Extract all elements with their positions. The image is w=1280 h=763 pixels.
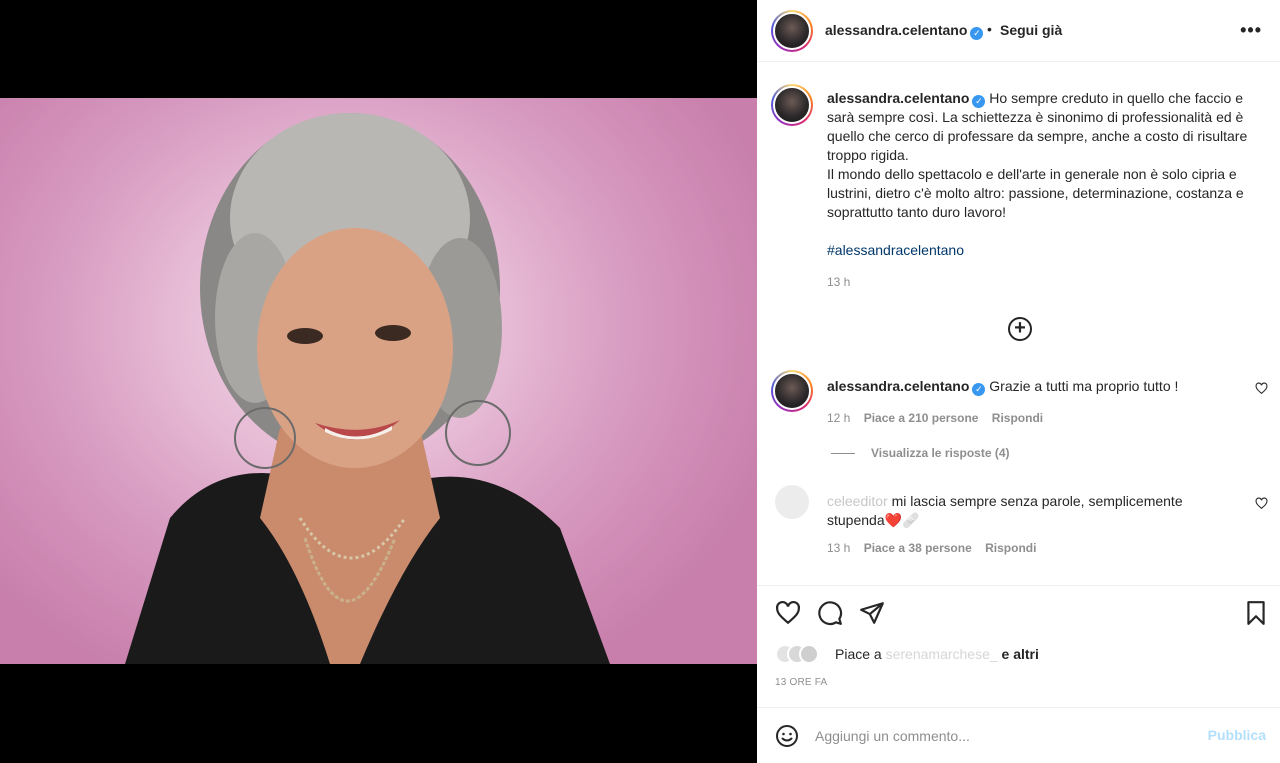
heart-icon[interactable] bbox=[775, 600, 801, 626]
comment-icon[interactable] bbox=[817, 600, 843, 626]
caption-avatar[interactable] bbox=[771, 84, 813, 126]
liker-avatar bbox=[799, 644, 819, 664]
load-more-comments-icon[interactable]: + bbox=[1008, 317, 1032, 341]
like-comment-heart-icon[interactable] bbox=[1255, 497, 1268, 510]
media-area bbox=[0, 0, 757, 763]
post-timestamp[interactable]: 13 ORE FA bbox=[775, 677, 827, 688]
view-replies[interactable]: Visualizza le risposte (4) bbox=[831, 446, 1010, 460]
like-comment-heart-icon[interactable] bbox=[1255, 382, 1268, 395]
portrait-illustration bbox=[125, 113, 610, 664]
add-comment-bar: Pubblica bbox=[757, 707, 1280, 763]
verified-badge-icon: ✓ bbox=[972, 95, 986, 108]
caption-line-2: Il mondo dello spettacolo e dell'arte in… bbox=[827, 166, 1244, 220]
author-username[interactable]: alessandra.celentano bbox=[825, 22, 967, 38]
verified-badge-icon: ✓ bbox=[970, 27, 984, 40]
following-button[interactable]: Segui già bbox=[1000, 22, 1062, 38]
commenter-username[interactable]: celeeditor bbox=[827, 493, 888, 509]
hashtag-link[interactable]: #alessandracelentano bbox=[827, 242, 964, 258]
separator-dot: • bbox=[987, 21, 992, 37]
view-replies-label[interactable]: Visualizza le risposte (4) bbox=[871, 446, 1010, 460]
earring-right bbox=[445, 400, 511, 466]
more-options-icon[interactable]: ••• bbox=[1240, 20, 1262, 41]
comment-text: Grazie a tutti ma proprio tutto ! bbox=[989, 378, 1179, 394]
caption-username[interactable]: alessandra.celentano bbox=[827, 90, 969, 106]
likes-prefix: Piace a bbox=[835, 646, 882, 662]
commenter-avatar[interactable] bbox=[771, 370, 813, 412]
post-header: alessandra.celentano ✓ • Segui già ••• bbox=[757, 0, 1280, 62]
comment-time[interactable]: 13 h bbox=[827, 541, 850, 555]
likes-others-link[interactable]: e altri bbox=[1002, 646, 1039, 662]
comment-input[interactable] bbox=[815, 724, 1195, 748]
commenter-username[interactable]: alessandra.celentano bbox=[827, 378, 969, 394]
reply-button[interactable]: Rispondi bbox=[985, 541, 1036, 555]
share-icon[interactable] bbox=[859, 600, 885, 626]
bookmark-icon[interactable] bbox=[1243, 600, 1269, 626]
comment-likes[interactable]: Piace a 38 persone bbox=[864, 541, 972, 555]
liker-username[interactable]: serenamarchese_ bbox=[886, 646, 998, 662]
caption-body: alessandra.celentano ✓ Ho sempre creduto … bbox=[827, 89, 1267, 260]
post-photo[interactable] bbox=[0, 98, 757, 664]
comment-time[interactable]: 12 h bbox=[827, 411, 850, 425]
emoji-icon[interactable] bbox=[775, 724, 799, 748]
replies-divider bbox=[831, 453, 855, 455]
post-side-panel: alessandra.celentano ✓ • Segui già ••• al… bbox=[757, 0, 1280, 763]
author-avatar[interactable] bbox=[771, 10, 813, 52]
instagram-post-modal: alessandra.celentano ✓ • Segui già ••• al… bbox=[0, 0, 1280, 763]
publish-button[interactable]: Pubblica bbox=[1208, 727, 1266, 743]
commenter-avatar[interactable] bbox=[775, 485, 809, 519]
verified-badge-icon: ✓ bbox=[972, 383, 986, 396]
reply-button[interactable]: Rispondi bbox=[992, 411, 1043, 425]
comment-likes[interactable]: Piace a 210 persone bbox=[864, 411, 979, 425]
post-actions: Piace a serenamarchese_ e altri 13 ORE F… bbox=[757, 585, 1280, 707]
caption-timestamp[interactable]: 13 h bbox=[827, 275, 850, 289]
